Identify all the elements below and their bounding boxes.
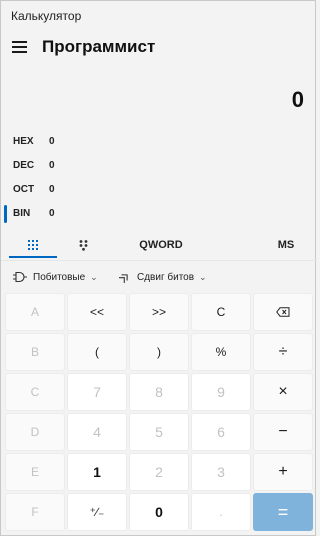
key-equals[interactable]: = <box>253 493 313 531</box>
tab-full-keypad[interactable] <box>9 231 57 259</box>
key-multiply[interactable]: × <box>253 373 313 411</box>
key-4[interactable]: 4 <box>67 413 127 451</box>
radix-value: 0 <box>49 160 55 171</box>
key-1[interactable]: 1 <box>67 453 127 491</box>
keypad: A << >> C B ( ) % ÷ C 7 8 9 × D 4 5 6 − … <box>5 293 315 536</box>
key-c-hex[interactable]: C <box>5 373 65 411</box>
memory-store-label: MS <box>277 239 295 251</box>
key-negate[interactable]: ⁺∕₋ <box>67 493 127 531</box>
radix-value: 0 <box>49 184 55 195</box>
keypad-grid-icon <box>28 240 38 250</box>
calculator-window: Калькулятор Программист 0 HEX 0 DEC 0 OC… <box>0 0 317 536</box>
key-left-shift[interactable]: << <box>67 293 127 331</box>
word-size-label: QWORD <box>139 239 183 251</box>
active-tab-indicator <box>9 256 57 258</box>
key-3[interactable]: 3 <box>191 453 251 491</box>
radix-value: 0 <box>49 208 55 219</box>
double-chevron-icon <box>119 274 128 283</box>
mode-title: Программист <box>42 37 156 56</box>
key-e[interactable]: E <box>5 453 65 491</box>
key-right-paren[interactable]: ) <box>129 333 189 371</box>
radix-label: BIN <box>13 208 31 219</box>
key-b[interactable]: B <box>5 333 65 371</box>
keypad-tabs: QWORD MS <box>1 231 317 259</box>
key-5[interactable]: 5 <box>129 413 189 451</box>
backspace-icon <box>276 307 290 317</box>
bitshift-label: Сдвиг битов <box>137 271 195 283</box>
key-plus[interactable]: + <box>253 453 313 491</box>
radix-bin[interactable]: BIN 0 <box>1 204 81 226</box>
key-right-shift[interactable]: >> <box>129 293 189 331</box>
radix-oct[interactable]: OCT 0 <box>1 180 81 202</box>
key-a[interactable]: A <box>5 293 65 331</box>
key-9[interactable]: 9 <box>191 373 251 411</box>
key-8[interactable]: 8 <box>129 373 189 411</box>
result-display: 0 <box>291 87 304 112</box>
radix-label: OCT <box>13 184 35 195</box>
radix-label: DEC <box>13 160 35 171</box>
key-7[interactable]: 7 <box>67 373 127 411</box>
key-decimal[interactable]: . <box>191 493 251 531</box>
hamburger-menu-icon[interactable] <box>12 40 28 54</box>
key-divide[interactable]: ÷ <box>253 333 313 371</box>
radix-value: 0 <box>49 136 55 147</box>
bit-toggle-icon <box>79 240 88 251</box>
key-minus[interactable]: − <box>253 413 313 451</box>
key-backspace[interactable] <box>253 293 313 331</box>
radix-label: HEX <box>13 136 34 147</box>
chevron-down-icon: ⌄ <box>90 271 98 282</box>
selection-indicator <box>4 205 7 223</box>
divider <box>1 260 317 261</box>
chevron-down-icon: ⌄ <box>199 271 207 282</box>
key-0[interactable]: 0 <box>129 493 189 531</box>
key-clear[interactable]: C <box>191 293 251 331</box>
window-title: Калькулятор <box>11 9 82 23</box>
tab-bit-toggle[interactable] <box>63 231 105 259</box>
key-6[interactable]: 6 <box>191 413 251 451</box>
bitshift-dropdown[interactable]: Сдвиг битов ⌄ <box>119 267 207 287</box>
key-2[interactable]: 2 <box>129 453 189 491</box>
logic-gate-icon <box>13 271 27 283</box>
word-size-button[interactable]: QWORD <box>131 231 191 259</box>
bitwise-dropdown[interactable]: Побитовые ⌄ <box>13 267 98 287</box>
key-left-paren[interactable]: ( <box>67 333 127 371</box>
key-f[interactable]: F <box>5 493 65 531</box>
bitwise-label: Побитовые <box>33 271 86 283</box>
radix-hex[interactable]: HEX 0 <box>1 132 81 154</box>
key-modulo[interactable]: % <box>191 333 251 371</box>
radix-dec[interactable]: DEC 0 <box>1 156 81 178</box>
memory-store-button[interactable]: MS <box>267 231 305 259</box>
key-d[interactable]: D <box>5 413 65 451</box>
